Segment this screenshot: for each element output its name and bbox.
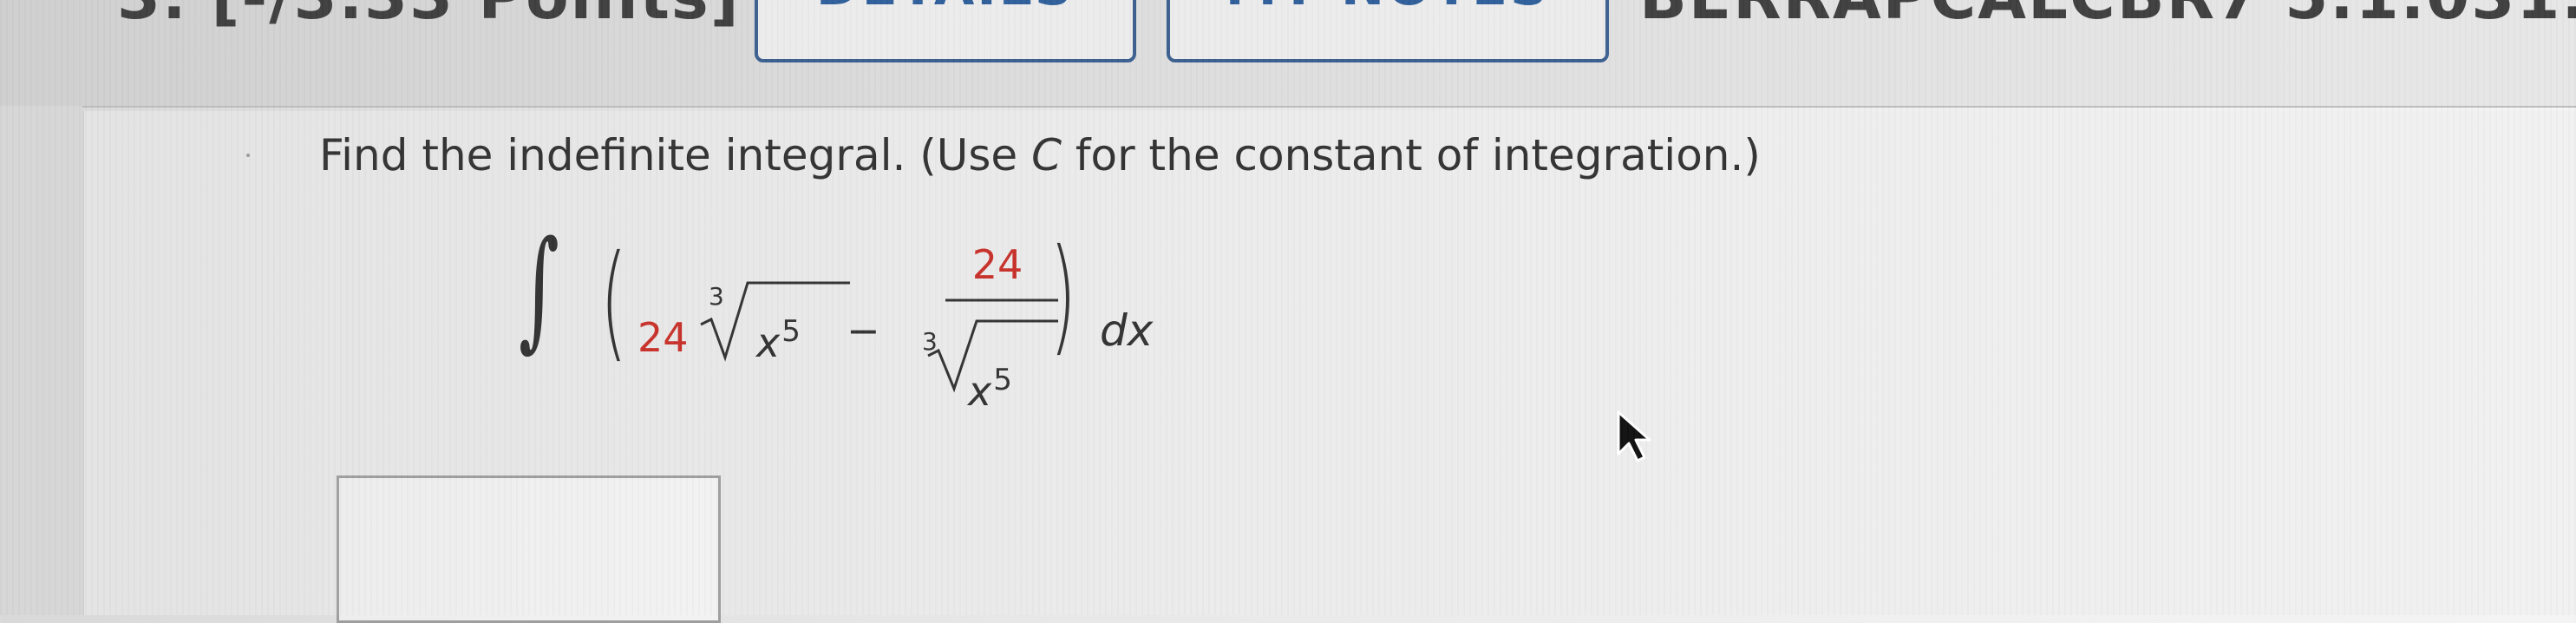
question-header: 3. [-/3.33 Points] DETAILS MY NOTES BERR… (0, 0, 2576, 108)
prompt-prefix: Find the indefinite integral. (Use (319, 130, 1032, 180)
prompt-suffix: for the constant of integration.) (1062, 130, 1761, 180)
right-paren: ) (1049, 222, 1077, 369)
answer-input[interactable] (337, 475, 721, 623)
left-paren: ( (600, 228, 628, 375)
mouse-cursor-icon (1617, 410, 1651, 462)
my-notes-button[interactable]: MY NOTES (1167, 0, 1609, 62)
radicand-exponent: 5 (781, 314, 801, 349)
question-prompt: Find the indefinite integral. (Use C for… (319, 130, 1761, 180)
my-notes-button-label: MY NOTES (1170, 0, 1605, 17)
left-margin (0, 106, 82, 615)
fraction-numerator: 24 (971, 241, 1023, 288)
details-button[interactable]: DETAILS (755, 0, 1136, 62)
coefficient: 24 (637, 314, 689, 361)
minus-operator: − (847, 307, 880, 354)
fraction-radicand: x5 (968, 363, 1012, 415)
integral-sign: ∫ (519, 213, 559, 364)
fraction-root-index: 3 (922, 327, 938, 356)
radicand: x5 (756, 314, 801, 366)
radicand-base: x (756, 319, 781, 366)
margin-mark (246, 154, 250, 157)
differential: dx (1100, 305, 1154, 356)
question-points: 3. [-/3.33 Points] (117, 0, 741, 33)
prompt-constant: C (1031, 130, 1062, 180)
details-button-label: DETAILS (758, 0, 1133, 17)
fraction-radicand-base: x (968, 368, 992, 415)
fraction-radicand-exponent: 5 (993, 363, 1012, 397)
problem-id: BERRAPCALCBR7 5.1.031. (1639, 0, 2576, 33)
